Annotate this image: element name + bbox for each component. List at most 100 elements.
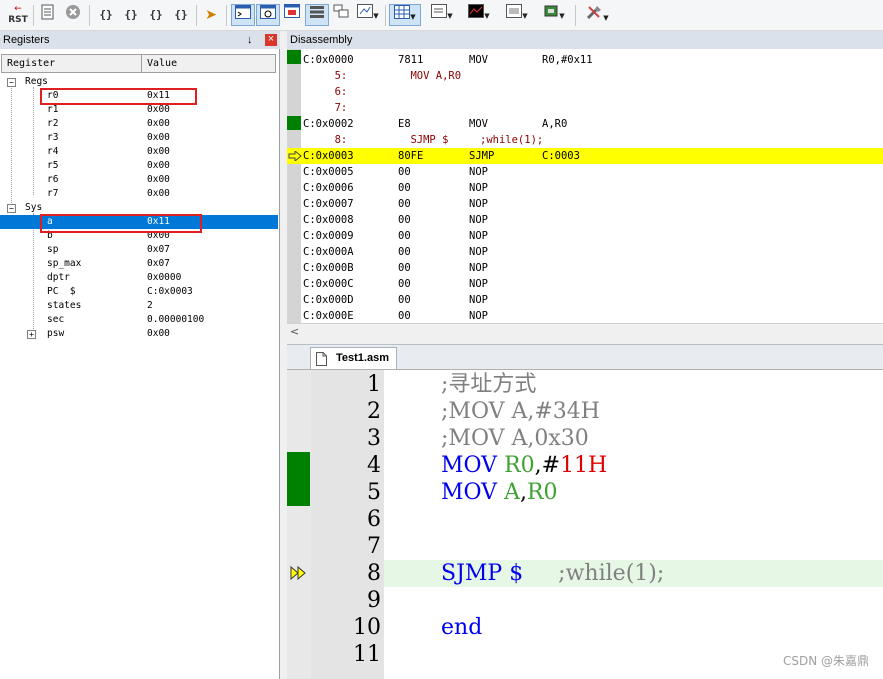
disassembly-row[interactable]: C:0x0006 00 NOP [287, 180, 883, 196]
disassembly-title-bar: Disassembly [287, 31, 883, 49]
toolbar-separator [196, 5, 197, 26]
register-row-sec[interactable]: sec 0.00000100 [0, 313, 278, 327]
dropdown-arrow-icon: ▼ [447, 12, 453, 20]
code-line[interactable]: ;MOV A,#34H [441, 398, 600, 425]
stop-icon [66, 5, 80, 19]
disassembly-row[interactable]: C:0x000B 00 NOP [287, 260, 883, 276]
code-line[interactable]: ;MOV A,0x30 [441, 425, 589, 452]
toolbar-separator [33, 5, 34, 26]
chip-icon [544, 5, 558, 17]
step-out-icon: {} [149, 8, 163, 21]
tab-test1-asm[interactable]: Test1.asm [310, 347, 397, 370]
source-line-row[interactable]: 8: SJMP $ ;while(1); [287, 132, 883, 148]
disassembly-row[interactable]: C:0x000A 00 NOP [287, 244, 883, 260]
value-column-header[interactable]: Value [141, 54, 276, 73]
register-row-r1[interactable]: r1 0x00 [0, 103, 278, 117]
disassembly-window-icon [260, 5, 276, 19]
disassembly-row[interactable]: C:0x0000 7811 MOV R0,#0x11 [287, 52, 883, 68]
register-row-sp[interactable]: sp 0x07 [0, 243, 278, 257]
register-row-r7[interactable]: r7 0x00 [0, 187, 278, 201]
group-sys[interactable]: − Sys [0, 201, 278, 215]
command-window-button[interactable] [231, 4, 255, 26]
code-token: MOV [441, 480, 505, 505]
analysis-window-button[interactable]: ▼ [463, 4, 495, 26]
call-stack-button[interactable] [330, 4, 352, 26]
reset-cpu-button[interactable]: ← RST [6, 4, 30, 26]
register-row-dptr[interactable]: dptr 0x0000 [0, 271, 278, 285]
disassembly-row[interactable]: C:0x000E 00 NOP [287, 308, 883, 324]
show-next-statement-button[interactable]: ➤ [200, 4, 222, 26]
analysis-chart-icon [468, 4, 485, 18]
watermark: CSDN @朱嘉鼎 [782, 654, 869, 668]
disassembly-row[interactable]: C:0x000C 00 NOP [287, 276, 883, 292]
tools-icon [587, 6, 602, 20]
step-into-button[interactable]: {} [95, 4, 117, 26]
code-line[interactable]: end [441, 614, 482, 641]
run-to-cursor-button[interactable]: {} [170, 4, 192, 26]
code-line[interactable]: ;寻址方式 [441, 371, 536, 398]
toolbar-separator [575, 5, 576, 26]
disassembly-row[interactable]: C:0x0009 00 NOP [287, 228, 883, 244]
expand-toggle-icon[interactable]: + [27, 330, 36, 339]
stop-button[interactable] [62, 4, 84, 26]
symbols-window-icon [284, 4, 300, 18]
source-line-row[interactable]: 5: MOV A,R0 [287, 68, 883, 84]
source-line-row[interactable]: 7: [287, 100, 883, 116]
register-row-r3[interactable]: r3 0x00 [0, 131, 278, 145]
toolbar-separator [385, 5, 386, 26]
source-editor[interactable]: 1 2 3 4 5 6 7 8 9 10 11 ;寻址方式 ;MOV A,#34H ;MOV A,0x3… [287, 369, 883, 679]
disassembly-row[interactable]: C:0x0008 00 NOP [287, 212, 883, 228]
current-instruction-row[interactable]: C:0x0003 80FE SJMP C:0003 [287, 148, 883, 164]
serial-window-button[interactable]: ▼ [426, 4, 458, 26]
code-token: ;while(1); [523, 561, 665, 586]
code-token: ,# [534, 453, 561, 478]
disassembly-title: Disassembly [290, 34, 353, 46]
toolbox-button[interactable]: ▼ [580, 4, 614, 26]
registers-window-button[interactable] [305, 4, 329, 26]
dropdown-arrow-icon: ▼ [410, 13, 416, 21]
register-column-header[interactable]: Register [1, 54, 142, 73]
code-line[interactable]: MOV A,R0 [441, 479, 558, 506]
disassembly-row[interactable]: C:0x0005 00 NOP [287, 164, 883, 180]
code-token: R0 [504, 453, 535, 478]
close-icon[interactable]: × [265, 34, 277, 46]
disassembly-row[interactable]: C:0x0002 E8 MOV A,R0 [287, 116, 883, 132]
trace-window-button[interactable]: ▼ [501, 4, 533, 26]
line-number: 4 [367, 453, 381, 478]
reset-arrow-icon: ← [14, 4, 22, 14]
run-button[interactable] [38, 4, 58, 26]
line-number: 1 [367, 372, 381, 397]
step-out-button[interactable]: {} [145, 4, 167, 26]
serial-window-icon [431, 4, 448, 18]
disassembly-window-button[interactable] [256, 4, 280, 26]
register-row-psw[interactable]: + psw 0x00 [0, 327, 278, 341]
disassembly-row[interactable]: C:0x0007 00 NOP [287, 196, 883, 212]
watch-window-button[interactable]: ▼ [354, 4, 382, 26]
register-row-states[interactable]: states 2 [0, 299, 278, 313]
watch-window-icon [357, 4, 374, 18]
source-line-row[interactable]: 6: [287, 84, 883, 100]
step-over-button[interactable]: {} [120, 4, 142, 26]
tab-label: Test1.asm [336, 352, 389, 364]
register-row-r2[interactable]: r2 0x00 [0, 117, 278, 131]
breakpoint-margin[interactable] [287, 370, 311, 679]
register-row-r4[interactable]: r4 0x00 [0, 145, 278, 159]
run-document-icon [41, 4, 54, 20]
register-row-r5[interactable]: r5 0x00 [0, 159, 278, 173]
code-line[interactable]: SJMP $ ;while(1); [441, 560, 664, 587]
system-viewer-button[interactable]: ▼ [538, 4, 570, 26]
pin-icon[interactable]: ↓ [247, 31, 253, 49]
group-regs[interactable]: − Regs [0, 75, 278, 89]
disassembly-row[interactable]: C:0x000D 00 NOP [287, 292, 883, 308]
horizontal-scrollbar[interactable]: < [287, 323, 883, 341]
scroll-left-icon[interactable]: < [290, 325, 299, 338]
collapse-toggle-icon[interactable]: − [7, 204, 16, 213]
register-row-pc[interactable]: PC $ C:0x0003 [0, 285, 278, 299]
register-row-sp-max[interactable]: sp_max 0x07 [0, 257, 278, 271]
memory-window-button[interactable]: ▼ [389, 4, 421, 26]
code-line[interactable]: MOV R0,#11H [441, 452, 607, 479]
collapse-toggle-icon[interactable]: − [7, 78, 16, 87]
executed-line-marker [287, 479, 310, 506]
register-row-r6[interactable]: r6 0x00 [0, 173, 278, 187]
symbols-window-button[interactable] [281, 4, 303, 26]
